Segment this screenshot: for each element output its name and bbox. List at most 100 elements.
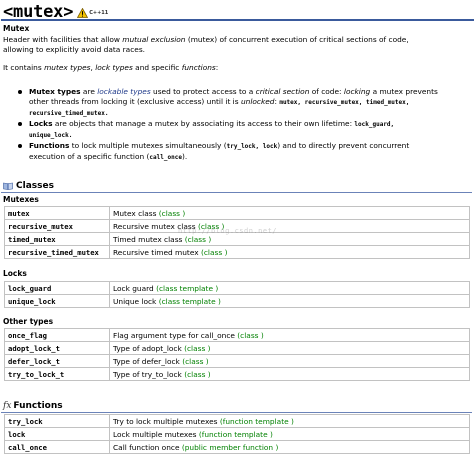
group-other-types-heading: Other types (3, 317, 54, 326)
bullet-term-critical-section: critical section (255, 87, 310, 96)
row-description: Call function once (public member functi… (109, 440, 470, 454)
contains-term: lock types (95, 63, 133, 72)
kind-label: (public member function ) (181, 442, 279, 452)
bullet-text: ) and to directly prevent concurrent (277, 141, 410, 150)
header-name: Mutex (3, 24, 30, 33)
kind-label: (class ) (182, 356, 209, 366)
link-recursive-timed-mutex[interactable]: recursive_timed_mutex (4, 245, 110, 259)
bullet-term-locking: locking (343, 87, 371, 96)
link-unique-lock[interactable]: unique_lock (4, 294, 110, 308)
bullet-locks: Locks are objects that manage a mutex by… (18, 119, 468, 141)
desc-text: Call function once (113, 442, 182, 452)
link-mutex[interactable]: mutex (4, 206, 110, 220)
bullet-text: used to protect access to a (150, 87, 256, 96)
bullet-term-unlocked: unlocked (240, 97, 275, 106)
bullet-code: unique_lock. (29, 132, 73, 139)
row-description: Type of try_to_lock (class ) (109, 367, 470, 381)
group-mutexes-heading: Mutexes (3, 195, 39, 204)
watermark: http://blog.csdn.net/ (178, 227, 278, 235)
table-row: call_once Call function once (public mem… (4, 440, 470, 454)
kind-label: (class ) (158, 208, 186, 218)
link-lock-guard[interactable]: lock_guard (4, 281, 110, 295)
row-description: Recursive mutex class (class ) (109, 219, 470, 233)
desc-text: Flag argument type for call_once (113, 330, 238, 340)
link-try-to-lock-t[interactable]: try_to_lock_t (4, 367, 110, 381)
contains-term: mutex types (44, 63, 91, 72)
bullet-text: ). (181, 152, 188, 161)
description-paragraph: Header with facilities that allow mutual… (3, 35, 468, 55)
kind-label: (class ) (184, 234, 212, 244)
row-description: Lock guard (class template ) (109, 281, 470, 295)
desc-text: Unique lock (113, 296, 159, 306)
link-once-flag[interactable]: once_flag (4, 328, 110, 342)
desc-text: Type of try_to_lock (113, 369, 185, 379)
contains-text: : (215, 63, 219, 72)
desc-text: Type of adopt_lock (113, 343, 185, 353)
link-defer-lock-t[interactable]: defer_lock_t (4, 354, 110, 368)
row-description: Mutex class (class ) (109, 206, 470, 220)
group-locks-heading: Locks (3, 269, 27, 278)
desc-text: allowing to explicitly avoid data races. (3, 45, 146, 54)
desc-text: Type of defer_lock (113, 356, 183, 366)
link-lock[interactable]: lock (4, 427, 110, 441)
bullet-term: Mutex types (29, 87, 81, 96)
table-row: lock Lock multiple mutexes (function tem… (4, 427, 470, 441)
contains-text: and specific (132, 63, 182, 72)
row-description: Unique lock (class template ) (109, 294, 470, 308)
row-description: Recursive timed mutex (class ) (109, 245, 470, 259)
section-divider (1, 412, 472, 413)
table-row: defer_lock_t Type of defer_lock (class ) (4, 354, 470, 368)
kind-label: (class ) (237, 330, 264, 340)
bullet-mutex-types: Mutex types are lockable types used to p… (18, 87, 468, 119)
kind-label: (function template ) (198, 429, 273, 439)
function-icon: fx (3, 401, 12, 411)
link-lockable-types[interactable]: lockable types (97, 87, 150, 96)
table-row: unique_lock Unique lock (class template … (4, 294, 470, 308)
locks-table: lock_guard Lock guard (class template ) … (4, 281, 470, 308)
link-timed-mutex[interactable]: timed_mutex (4, 232, 110, 246)
row-description: Timed mutex class (class ) (109, 232, 470, 246)
section-title: Classes (16, 181, 54, 191)
desc-text: (mutex) of concurrent execution of criti… (185, 35, 409, 44)
bullet-text: are (80, 87, 98, 96)
bullet-text: execution of a specific function ( (29, 152, 150, 161)
row-description: Type of adopt_lock (class ) (109, 341, 470, 355)
desc-term-mutual-exclusion: mutual exclusion (122, 35, 186, 44)
section-title: Functions (13, 401, 63, 411)
desc-text: Header with facilities that allow (3, 35, 123, 44)
kind-label: (class ) (200, 247, 228, 257)
warning-icon (77, 7, 89, 18)
badge-label: C++11 (89, 9, 109, 16)
desc-text: Timed mutex class (113, 234, 185, 244)
table-row: recursive_timed_mutex Recursive timed mu… (4, 245, 470, 259)
contains-text: It contains (3, 63, 45, 72)
bullet-code: call_once (149, 154, 182, 161)
link-recursive-mutex[interactable]: recursive_mutex (4, 219, 110, 233)
desc-text: Mutex class (113, 208, 159, 218)
bullet-code: mutex, recursive_mutex, timed_mutex, (279, 99, 410, 106)
functions-table: try_lock Try to lock multiple mutexes (f… (4, 414, 470, 454)
bullet-text: other threads from locking it (exclusive… (29, 97, 241, 106)
link-try-lock[interactable]: try_lock (4, 414, 110, 428)
kind-label: (class ) (184, 369, 211, 379)
table-row: lock_guard Lock guard (class template ) (4, 281, 470, 295)
kind-label: (class template ) (156, 283, 219, 293)
desc-text: Try to lock multiple mutexes (113, 416, 220, 426)
bullet-code: lock_guard, (354, 121, 395, 128)
row-description: Try to lock multiple mutexes (function t… (109, 414, 470, 428)
link-call-once[interactable]: call_once (4, 440, 110, 454)
row-description: Flag argument type for call_once (class … (109, 328, 470, 342)
table-row: try_to_lock_t Type of try_to_lock (class… (4, 367, 470, 381)
kind-label: (class ) (184, 343, 211, 353)
other-types-table: once_flag Flag argument type for call_on… (4, 328, 470, 381)
bullet-functions: Functions to lock multiple mutexes simul… (18, 141, 468, 163)
link-adopt-lock-t[interactable]: adopt_lock_t (4, 341, 110, 355)
bullet-term: Functions (29, 141, 70, 150)
row-description: Type of defer_lock (class ) (109, 354, 470, 368)
table-row: mutex Mutex class (class ) (4, 206, 470, 220)
bullet-code: recursive_timed_mutex. (29, 110, 109, 117)
section-functions-heading: fx Functions (3, 401, 63, 411)
table-row: try_lock Try to lock multiple mutexes (f… (4, 414, 470, 428)
book-icon (3, 182, 13, 190)
section-classes-heading: Classes (3, 181, 54, 191)
